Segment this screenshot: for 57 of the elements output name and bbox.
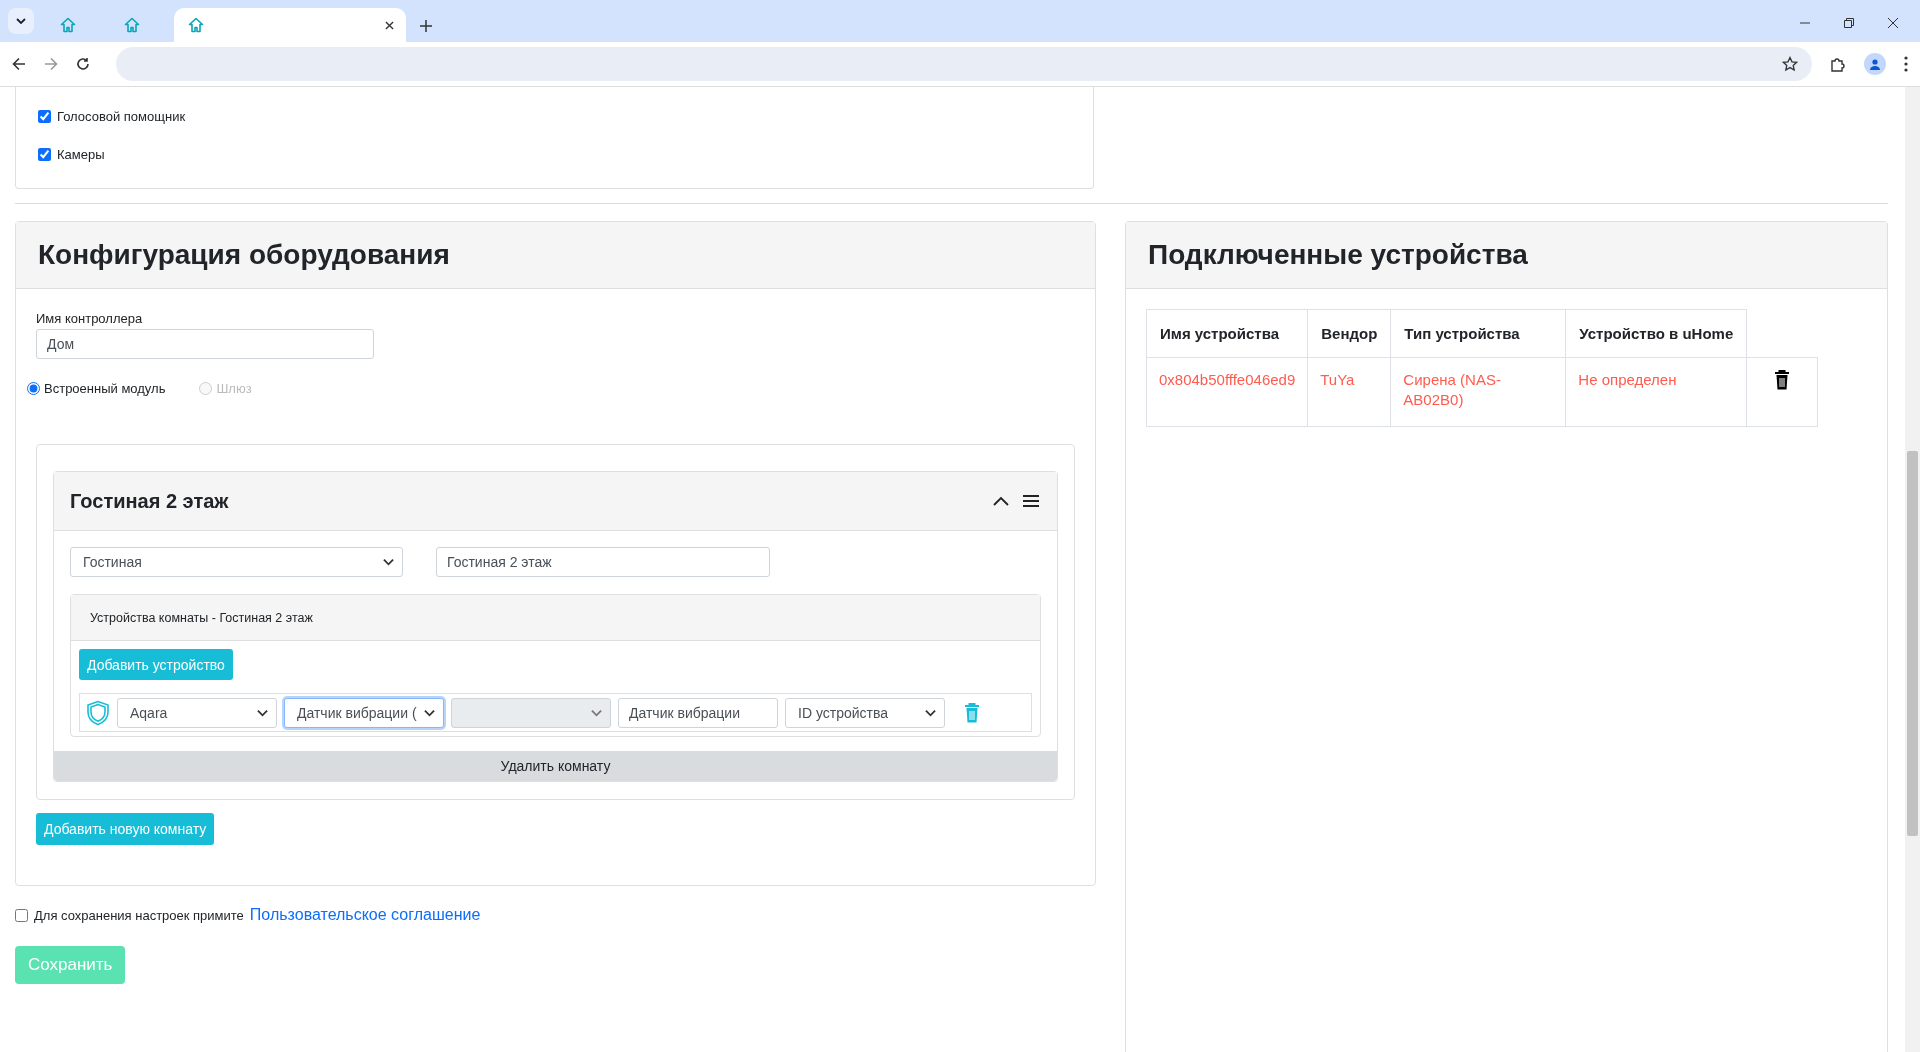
table-cell: Не определен [1565, 357, 1747, 427]
dropdown[interactable]: Aqara [117, 697, 277, 728]
column-header: Вендор [1307, 309, 1391, 358]
delete-room-button[interactable]: Удалить комнату [54, 751, 1057, 781]
agreement-link[interactable]: Пользовательское соглашение [249, 906, 481, 924]
checkbox-label: Голосовой помощник [57, 108, 186, 124]
caret-icon [257, 708, 268, 717]
caret-icon [383, 558, 394, 566]
close-icon[interactable] [385, 20, 394, 30]
table-cell: TuYa [1307, 357, 1391, 427]
checkbox[interactable] [38, 147, 51, 161]
caret-icon [424, 708, 435, 717]
trash-icon[interactable] [1774, 370, 1791, 390]
house-icon [60, 17, 76, 33]
room-type-dropdown[interactable]: Гостиная [70, 547, 403, 577]
radio-button[interactable] [27, 382, 40, 395]
puzzle-icon[interactable] [1830, 56, 1846, 72]
close-icon[interactable] [1888, 18, 1898, 28]
house-icon [188, 17, 204, 33]
column-header: Тип устройства [1390, 309, 1566, 358]
caret-icon [591, 708, 602, 717]
scrollbar[interactable] [1905, 87, 1920, 1052]
star-icon[interactable] [1782, 56, 1798, 72]
profile-icon[interactable] [1864, 53, 1886, 75]
chevron-down-icon [16, 18, 26, 24]
house-icon [124, 17, 140, 33]
dropdown[interactable]: ID устройства [785, 697, 945, 728]
text-field[interactable]: Датчик вибрации [618, 697, 778, 728]
new-tab-icon[interactable] [420, 20, 432, 32]
card-title: Подключенные устройства [1126, 222, 1887, 289]
reload-icon[interactable] [76, 57, 90, 71]
checkbox-label: Камеры [57, 146, 105, 162]
radio-label: Встроенный модуль [44, 381, 166, 396]
field-label: Имя контроллера [36, 311, 144, 326]
column-header: Имя устройства [1146, 309, 1308, 358]
room-title: Гостиная 2 этаж [70, 489, 230, 513]
back-icon[interactable] [12, 57, 26, 71]
column-header: Устройство в uHome [1565, 309, 1747, 358]
room-name-field[interactable]: Гостиная 2 этаж [436, 547, 770, 577]
restore-icon[interactable] [1844, 18, 1854, 28]
table-cell: Сирена (NAS-AB02B0) [1390, 357, 1566, 427]
shield-icon [86, 699, 110, 726]
caret-icon [925, 708, 936, 717]
agreement-text: Для сохранения настроек примите [34, 907, 244, 923]
checkbox[interactable] [15, 908, 28, 922]
checkbox[interactable] [38, 109, 51, 123]
dropdown[interactable]: Датчик вибрации ( [284, 697, 444, 728]
tab-list-button[interactable] [8, 8, 34, 34]
table-cell: 0x804b50fffe046ed9 [1146, 357, 1308, 427]
collapse-icon[interactable] [993, 496, 1009, 506]
controller-name-field[interactable]: Дом [36, 329, 374, 359]
radio-label: Шлюз [216, 381, 252, 396]
panel-title: Устройства комнаты - Гостиная 2 этаж [71, 595, 1040, 641]
forward-icon[interactable] [44, 57, 58, 71]
card-title: Конфигурация оборудования [16, 222, 1095, 289]
more-icon[interactable] [1904, 56, 1908, 72]
menu-icon[interactable] [1023, 495, 1039, 507]
